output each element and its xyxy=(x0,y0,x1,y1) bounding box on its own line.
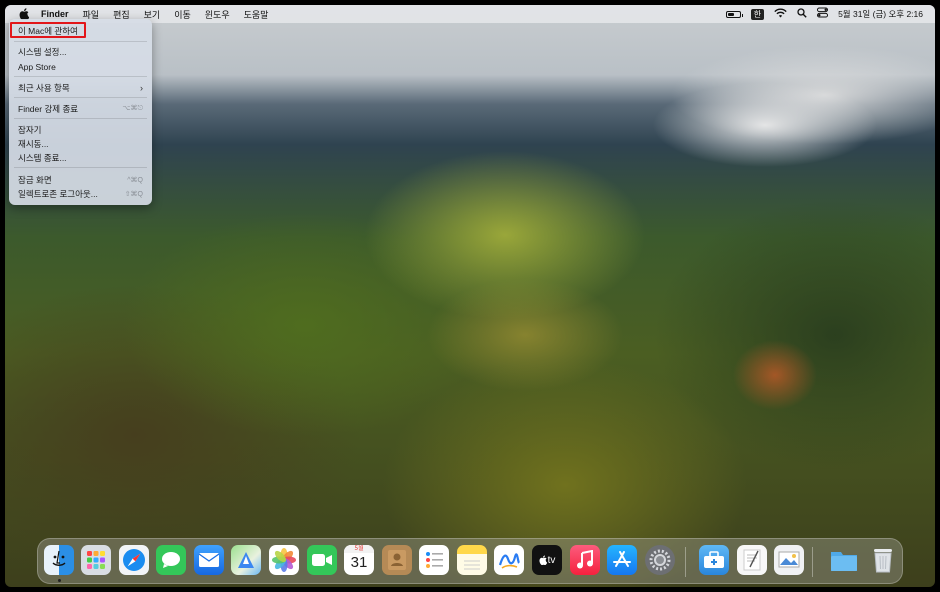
menu-separator xyxy=(14,41,147,42)
menu-item-label: 잠금 화면 xyxy=(18,174,52,185)
menu-go[interactable]: 이동 xyxy=(174,8,191,21)
notes-icon[interactable] xyxy=(457,545,487,575)
freeform-icon[interactable] xyxy=(494,545,524,575)
menu-item-sleep[interactable]: 잠자기 xyxy=(14,123,147,136)
photos-icon[interactable] xyxy=(269,545,299,575)
apple-tv-icon[interactable]: tv xyxy=(532,545,562,575)
preview-icon[interactable] xyxy=(774,545,804,575)
contacts-icon[interactable] xyxy=(382,545,412,575)
facetime-icon[interactable] xyxy=(307,545,337,575)
menu-separator xyxy=(14,76,147,77)
menu-item-about-this-mac[interactable]: 이 Mac에 관하여 xyxy=(14,24,147,37)
menu-item-label: 시스템 종료... xyxy=(18,152,67,163)
menu-item-restart[interactable]: 재시동... xyxy=(14,137,147,150)
finder-icon[interactable] xyxy=(44,545,74,575)
menu-item-force-quit[interactable]: Finder 강제 종료 ⌥⌘⎋ xyxy=(14,102,147,115)
calendar-day: 31 xyxy=(350,554,368,571)
launchpad-icon[interactable] xyxy=(81,545,111,575)
menu-item-lock-screen[interactable]: 잠금 화면 ^⌘Q xyxy=(14,173,147,186)
music-icon[interactable] xyxy=(570,545,600,575)
input-method-badge[interactable]: 한 xyxy=(750,8,765,20)
shortcut-label: ⇧⌘Q xyxy=(124,190,143,198)
dock-divider xyxy=(812,547,813,577)
apple-tv-label: tv xyxy=(547,554,556,566)
menu-separator xyxy=(14,97,147,98)
shortcut-label: ⌥⌘⎋ xyxy=(122,105,143,112)
menu-item-logout[interactable]: 일렉트로존 로그아웃... ⇧⌘Q xyxy=(14,187,147,200)
apple-menu: 이 Mac에 관하여 시스템 설정... App Store 최근 사용 항목 ›… xyxy=(9,19,152,205)
menu-item-app-store[interactable]: App Store xyxy=(14,60,147,73)
running-indicator xyxy=(58,579,61,582)
reminders-icon[interactable] xyxy=(419,545,449,575)
menu-item-label: 잠자기 xyxy=(18,124,42,135)
menu-item-system-settings[interactable]: 시스템 설정... xyxy=(14,45,147,58)
app-store-icon[interactable] xyxy=(607,545,637,575)
menu-item-shutdown[interactable]: 시스템 종료... xyxy=(14,151,147,164)
control-center-icon[interactable] xyxy=(817,7,829,21)
calendar-icon[interactable]: 5월 31 xyxy=(344,545,374,575)
menu-item-label: 시스템 설정... xyxy=(18,46,67,57)
menu-bar-clock[interactable]: 5월 31일 (금) 오후 2:16 xyxy=(838,8,923,20)
system-settings-icon[interactable] xyxy=(645,545,675,575)
menu-app-finder[interactable]: Finder xyxy=(41,9,69,19)
safari-icon[interactable] xyxy=(119,545,149,575)
messages-icon[interactable] xyxy=(156,545,186,575)
menu-item-label: Finder 강제 종료 xyxy=(18,103,79,114)
menu-help[interactable]: 도움말 xyxy=(244,8,269,21)
battery-icon[interactable] xyxy=(725,10,743,18)
spotlight-search-icon[interactable] xyxy=(797,7,807,21)
menu-separator xyxy=(14,167,147,168)
textedit-icon[interactable] xyxy=(737,545,767,575)
downloads-folder-icon[interactable] xyxy=(829,545,859,575)
wifi-icon[interactable] xyxy=(774,8,787,21)
menu-item-label: 최근 사용 항목 xyxy=(18,82,70,93)
menu-item-label: 재시동... xyxy=(18,138,49,149)
shortcut-label: ^⌘Q xyxy=(127,176,143,184)
trash-icon[interactable] xyxy=(868,545,898,575)
chevron-right-icon: › xyxy=(140,82,143,93)
dock: 5월 31 tv xyxy=(37,538,903,584)
toolbox-icon[interactable] xyxy=(699,545,729,575)
mail-icon[interactable] xyxy=(194,545,224,575)
menu-window[interactable]: 윈도우 xyxy=(205,8,230,21)
calendar-month: 5월 xyxy=(344,545,374,553)
menu-item-label: App Store xyxy=(18,61,56,72)
menu-item-recent-items[interactable]: 최근 사용 항목 › xyxy=(14,81,147,94)
dock-divider xyxy=(685,547,686,577)
menu-item-label: 이 Mac에 관하여 xyxy=(18,25,78,36)
menu-separator xyxy=(14,118,147,119)
menu-item-label: 일렉트로존 로그아웃... xyxy=(18,188,98,199)
maps-icon[interactable] xyxy=(231,545,261,575)
desktop[interactable]: Finder 파일 편집 보기 이동 윈도우 도움말 한 5월 31일 (금) … xyxy=(5,5,935,587)
